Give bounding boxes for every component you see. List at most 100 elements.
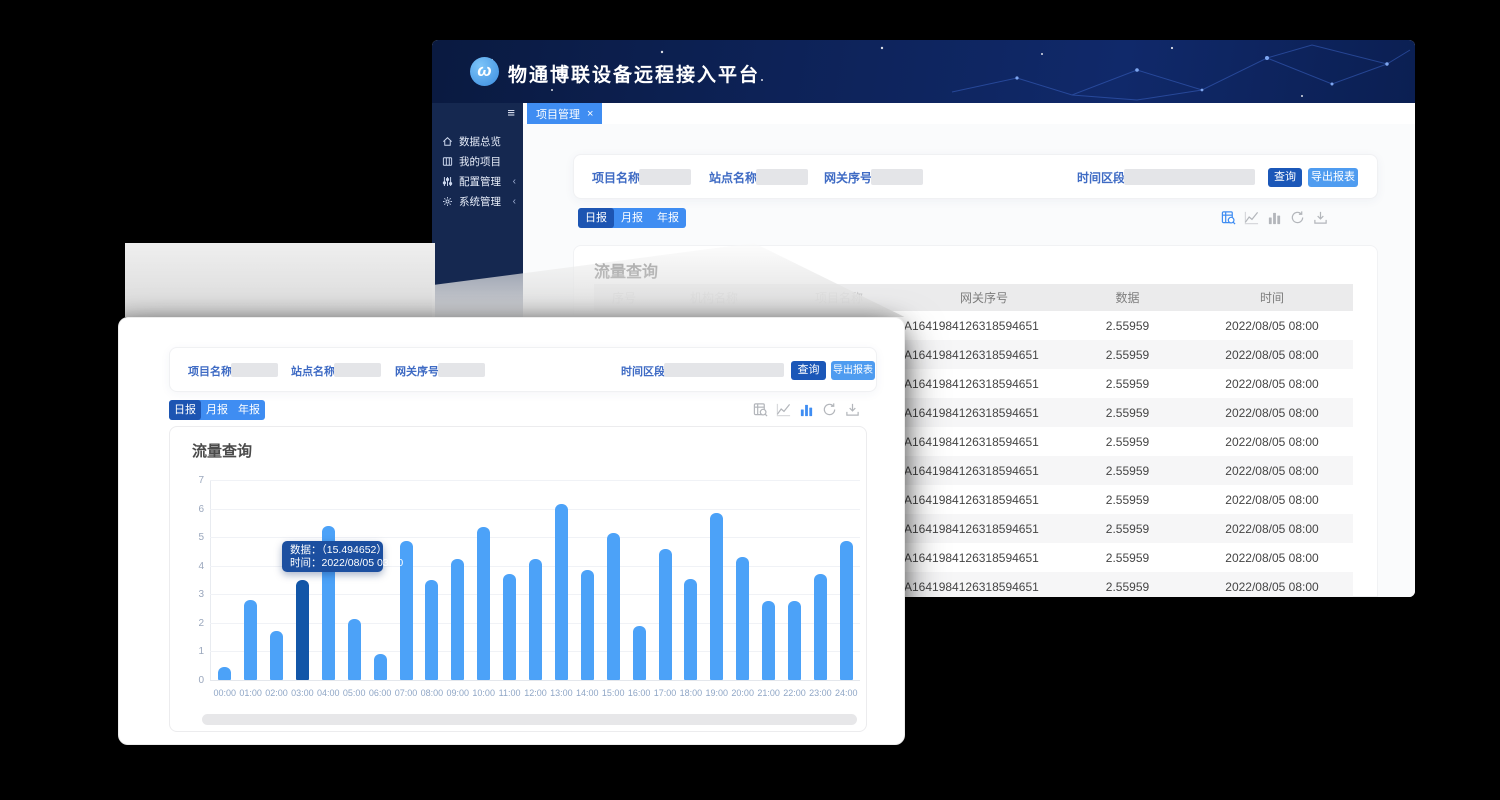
gridline (210, 537, 860, 538)
download-icon[interactable] (845, 402, 860, 417)
tab-yearly-report[interactable]: 年报 (233, 400, 265, 420)
table-cell: 2022/08/05 08:00 (1191, 435, 1353, 449)
chart-bar[interactable] (762, 601, 775, 680)
sidebar-menu: 数据总览我的项目配置管理 ‹ 系统管理‹ (432, 131, 523, 211)
chart-bar[interactable] (270, 631, 283, 680)
sidebar-item-home[interactable]: 数据总览 (432, 131, 523, 151)
refresh-icon[interactable] (822, 402, 837, 417)
chart-bar[interactable] (529, 559, 542, 680)
tab-close-icon[interactable]: × (587, 108, 593, 120)
chart-bar[interactable] (296, 580, 309, 680)
search-button[interactable]: 查询 (1268, 168, 1302, 187)
chart-plot: 0123456700:0001:0002:0003:0004:0005:0006… (210, 480, 860, 680)
project-name-input[interactable] (231, 363, 278, 377)
table-cell: 2.55959 (1064, 435, 1191, 449)
table-search-icon[interactable] (753, 402, 768, 417)
chart-bar[interactable] (840, 541, 853, 680)
report-period-tabs: 日报 月报 年报 (169, 400, 265, 420)
table-cell: 2022/08/05 08:00 (1191, 464, 1353, 478)
chart-bar[interactable] (814, 574, 827, 680)
view-toolbar (1221, 210, 1328, 225)
chart-bar[interactable] (736, 557, 749, 680)
table-cell: A1641984126318594651 (904, 377, 1064, 391)
gridline (210, 680, 860, 681)
system-icon (442, 196, 453, 207)
bar-chart-icon[interactable] (1267, 210, 1282, 225)
table-cell: 2022/08/05 08:00 (1191, 522, 1353, 536)
table-cell: 2.55959 (1064, 580, 1191, 594)
table-cell: 2.55959 (1064, 464, 1191, 478)
site-name-input[interactable] (334, 363, 381, 377)
tab-bar: ≡ 项目管理 × (432, 103, 1415, 124)
table-cell: 2.55959 (1064, 348, 1191, 362)
sidebar-item-label: 配置管理 (459, 174, 501, 189)
chart-bar[interactable] (477, 527, 490, 680)
gateway-serial-input[interactable] (438, 363, 485, 377)
sidebar-item-system[interactable]: 系统管理‹ (432, 191, 523, 211)
column-header: 时间 (1191, 289, 1353, 306)
chart-bar[interactable] (633, 626, 646, 680)
chart-bar[interactable] (710, 513, 723, 680)
tab-monthly-report[interactable]: 月报 (614, 208, 650, 228)
gateway-serial-input[interactable] (871, 169, 923, 185)
time-range-input[interactable] (664, 363, 784, 377)
chart-tooltip: 数据：（15.494652） 时间：2022/08/05 03:00 (282, 541, 383, 572)
search-button[interactable]: 查询 (791, 361, 826, 380)
tooltip-value-line: 数据：（15.494652） (290, 544, 375, 557)
project-name-input[interactable] (639, 169, 691, 185)
chart-bar[interactable] (503, 574, 516, 680)
sidebar-item-label: 我的项目 (459, 154, 501, 169)
chart-bar[interactable] (659, 549, 672, 680)
sidebar-item-config[interactable]: 配置管理 ‹ (432, 171, 523, 191)
project-icon (442, 156, 453, 167)
query-form: 项目名称： 站点名称： 网关序号： 时间区段： 查询 导出报表 (573, 154, 1378, 199)
table-cell: 2022/08/05 08:00 (1191, 348, 1353, 362)
chart-bar[interactable] (684, 579, 697, 680)
tab-daily-report[interactable]: 日报 (578, 208, 614, 228)
chart-bar[interactable] (218, 667, 231, 680)
chart-title: 流量查询 (192, 440, 252, 461)
tab-bar-nav-block: ≡ (432, 103, 523, 124)
column-header: 网关序号 (904, 289, 1064, 306)
tab-daily-report[interactable]: 日报 (169, 400, 201, 420)
table-search-icon[interactable] (1221, 210, 1236, 225)
tab-yearly-report[interactable]: 年报 (650, 208, 686, 228)
tab-project-management[interactable]: 项目管理 × (527, 103, 602, 124)
sidebar-item-project[interactable]: 我的项目 (432, 151, 523, 171)
table-cell: 2.55959 (1064, 551, 1191, 565)
line-chart-icon[interactable] (776, 402, 791, 417)
chart-bar[interactable] (425, 580, 438, 680)
chart-bar[interactable] (555, 504, 568, 680)
chart-bar[interactable] (348, 619, 361, 680)
horizontal-scrollbar[interactable] (202, 714, 857, 725)
site-name-input[interactable] (756, 169, 808, 185)
config-icon (442, 176, 453, 187)
y-axis-tick-label: 6 (184, 504, 204, 515)
tab-monthly-report[interactable]: 月报 (201, 400, 233, 420)
bar-chart-icon[interactable] (799, 402, 814, 417)
y-axis-tick-label: 0 (184, 675, 204, 686)
table-cell: A1641984126318594651 (904, 435, 1064, 449)
chart-bar[interactable] (451, 559, 464, 680)
table-cell: 2.55959 (1064, 493, 1191, 507)
time-range-input[interactable] (1124, 169, 1255, 185)
line-chart-icon[interactable] (1244, 210, 1259, 225)
front-window: 项目名称： 站点名称： 网关序号： 时间区段： 查询 导出报表 日报 月报 年报… (118, 317, 905, 745)
chart-bar[interactable] (244, 600, 257, 680)
collapse-arrow-icon: ‹ (513, 176, 516, 187)
export-report-button[interactable]: 导出报表 (831, 361, 875, 380)
traffic-chart-card: 流量查询 0123456700:0001:0002:0003:0004:0005… (169, 426, 867, 732)
refresh-icon[interactable] (1290, 210, 1305, 225)
download-icon[interactable] (1313, 210, 1328, 225)
chart-bar[interactable] (607, 533, 620, 680)
app-logo: ω (470, 57, 499, 86)
chart-bar[interactable] (788, 601, 801, 680)
export-report-button[interactable]: 导出报表 (1308, 168, 1358, 187)
tooltip-time-line: 时间：2022/08/05 03:00 (290, 557, 375, 570)
hamburger-menu-icon[interactable]: ≡ (507, 106, 515, 120)
view-toolbar (753, 402, 860, 417)
chart-bar[interactable] (374, 654, 387, 680)
beam-band-decoration (125, 243, 435, 317)
gridline (210, 480, 860, 481)
chart-bar[interactable] (581, 570, 594, 680)
